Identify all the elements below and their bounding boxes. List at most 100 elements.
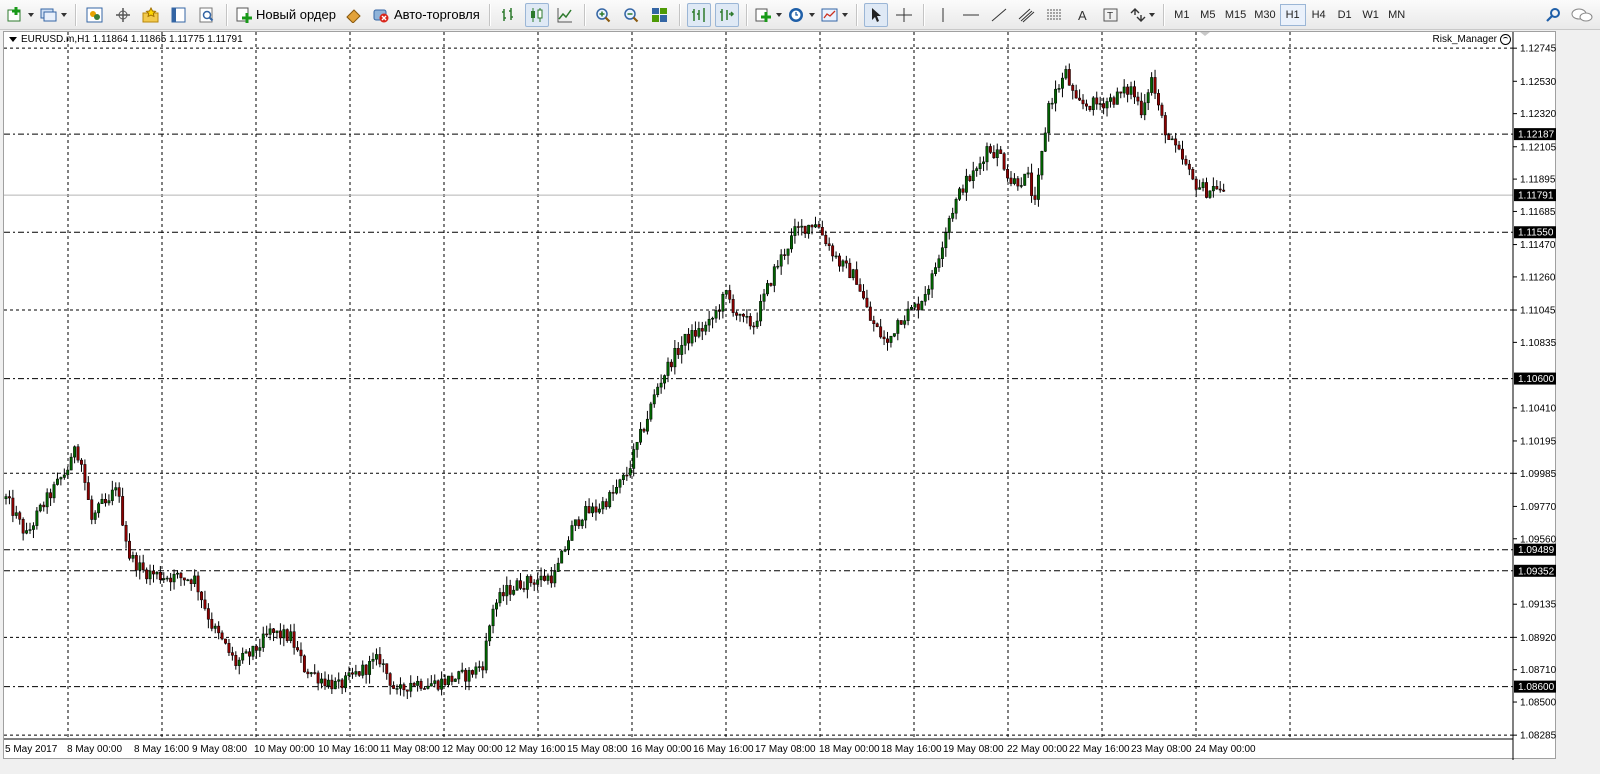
bar-chart-button[interactable] — [497, 3, 521, 27]
terminal-button[interactable] — [167, 3, 191, 27]
bearish-candle — [728, 290, 732, 300]
zoom-out-button[interactable] — [620, 3, 644, 27]
bullish-candle — [241, 652, 245, 661]
bullish-candle — [1211, 186, 1215, 192]
arrows-button[interactable] — [1127, 3, 1156, 27]
bearish-candle — [1218, 188, 1222, 191]
favorites-button[interactable] — [139, 3, 163, 27]
zoom-in-button[interactable] — [592, 3, 616, 27]
chart-shift-button[interactable] — [686, 2, 711, 27]
timeframe-m30[interactable]: M30 — [1250, 4, 1279, 26]
timeframe-h1[interactable]: H1 — [1279, 3, 1306, 26]
bearish-candle — [999, 149, 1003, 154]
bearish-candle — [1088, 105, 1092, 111]
bullish-candle — [66, 469, 70, 476]
bullish-candle — [1150, 77, 1154, 93]
bearish-candle — [1081, 99, 1085, 105]
bearish-candle — [234, 655, 238, 666]
bullish-candle — [940, 247, 944, 259]
bearish-candle — [1184, 158, 1188, 165]
text-label-button[interactable]: T — [1099, 3, 1123, 27]
bullish-candle — [892, 333, 896, 337]
bearish-candle — [577, 519, 581, 527]
bullish-candle — [913, 303, 917, 308]
new-order-button[interactable]: Новый ордер — [232, 3, 340, 27]
bearish-candle — [145, 569, 149, 580]
bullish-candle — [680, 345, 684, 355]
bearish-candle — [169, 577, 173, 583]
time-axis-label: 10 May 16:00 — [318, 744, 379, 755]
timeframe-d1[interactable]: D1 — [1332, 4, 1358, 26]
bearish-candle — [1222, 189, 1226, 192]
bullish-candle — [110, 489, 114, 501]
bullish-candle — [261, 633, 265, 648]
bullish-candle — [563, 549, 567, 552]
bullish-candle — [621, 474, 625, 481]
templates-button[interactable] — [820, 3, 849, 27]
trendline-button[interactable] — [987, 3, 1011, 27]
autoscroll-button[interactable] — [714, 2, 739, 27]
collapse-triangle-icon[interactable] — [9, 37, 17, 42]
bearish-candle — [1119, 91, 1123, 94]
text-tool-button[interactable]: A — [1071, 3, 1095, 27]
timeframe-m15[interactable]: M15 — [1221, 4, 1250, 26]
autotrading-button[interactable]: Авто-торговля — [368, 3, 484, 27]
tile-windows-button[interactable] — [648, 3, 672, 27]
timeframe-m1[interactable]: M1 — [1169, 4, 1195, 26]
cursor-tool-button[interactable] — [863, 2, 888, 27]
chat-button[interactable] — [1570, 3, 1594, 27]
profiles-button[interactable] — [39, 3, 68, 27]
periods-button[interactable] — [787, 3, 816, 27]
bearish-candle — [206, 608, 210, 620]
fibonacci-button[interactable] — [1043, 3, 1067, 27]
timeframe-w1[interactable]: W1 — [1358, 4, 1384, 26]
bullish-candle — [505, 585, 509, 597]
timeframe-m5[interactable]: M5 — [1195, 4, 1221, 26]
line-chart-button[interactable] — [553, 3, 577, 27]
price-level-tag-text: 1.11550 — [1518, 228, 1554, 239]
svg-text:A: A — [1078, 8, 1087, 23]
bearish-candle — [1006, 169, 1010, 179]
bullish-candle — [275, 630, 279, 633]
bullish-candle — [889, 335, 893, 343]
bullish-candle — [995, 149, 999, 159]
symbol-info[interactable]: EURUSD.m,H1 1.11864 1.11865 1.11775 1.11… — [9, 34, 243, 45]
bullish-candle — [344, 675, 348, 689]
vertical-line-button[interactable] — [931, 3, 955, 27]
bearish-candle — [522, 588, 526, 590]
bullish-candle — [244, 651, 248, 654]
bullish-candle — [326, 679, 330, 687]
expert-advisor-label[interactable]: Risk_Manager — [1433, 34, 1511, 45]
bearish-candle — [1153, 77, 1157, 94]
timeframe-mn[interactable]: MN — [1384, 4, 1410, 26]
bullish-candle — [1047, 103, 1051, 134]
chart-window[interactable]: 1.12745 1.12530 1.12320 1.12105 1.11895 1.116… — [3, 31, 1557, 760]
timeframe-h4[interactable]: H4 — [1306, 4, 1332, 26]
bearish-candle — [450, 675, 454, 682]
bullish-candle — [954, 199, 958, 214]
bearish-candle — [1160, 104, 1164, 116]
bearish-candle — [385, 663, 389, 674]
indicators-button[interactable] — [754, 3, 783, 27]
equidistant-channel-button[interactable] — [1015, 3, 1039, 27]
chart-canvas[interactable]: 1.12745 1.12530 1.12320 1.12105 1.11895 1.116… — [4, 32, 1557, 760]
new-chart-button[interactable] — [6, 3, 35, 27]
metaeditor-button[interactable] — [342, 3, 366, 27]
bearish-candle — [104, 498, 107, 504]
bearish-candle — [886, 338, 889, 343]
search-button[interactable] — [1542, 3, 1566, 27]
market-watch-button[interactable] — [83, 3, 107, 27]
bearish-candle — [1205, 182, 1208, 198]
crosshair-tool-button[interactable] — [892, 3, 916, 27]
strategy-tester-button[interactable] — [195, 3, 219, 27]
bearish-candle — [1191, 169, 1195, 180]
navigator-button[interactable] — [111, 3, 135, 27]
price-axis-label: 1.12530 — [1520, 77, 1557, 88]
horizontal-line-button[interactable] — [959, 3, 983, 27]
bearish-candle — [642, 428, 646, 432]
bearish-candle — [669, 361, 673, 368]
bullish-candle — [165, 577, 169, 580]
bearish-candle — [121, 496, 125, 526]
shift-marker — [1200, 32, 1210, 36]
candlestick-chart-button[interactable] — [524, 2, 549, 27]
